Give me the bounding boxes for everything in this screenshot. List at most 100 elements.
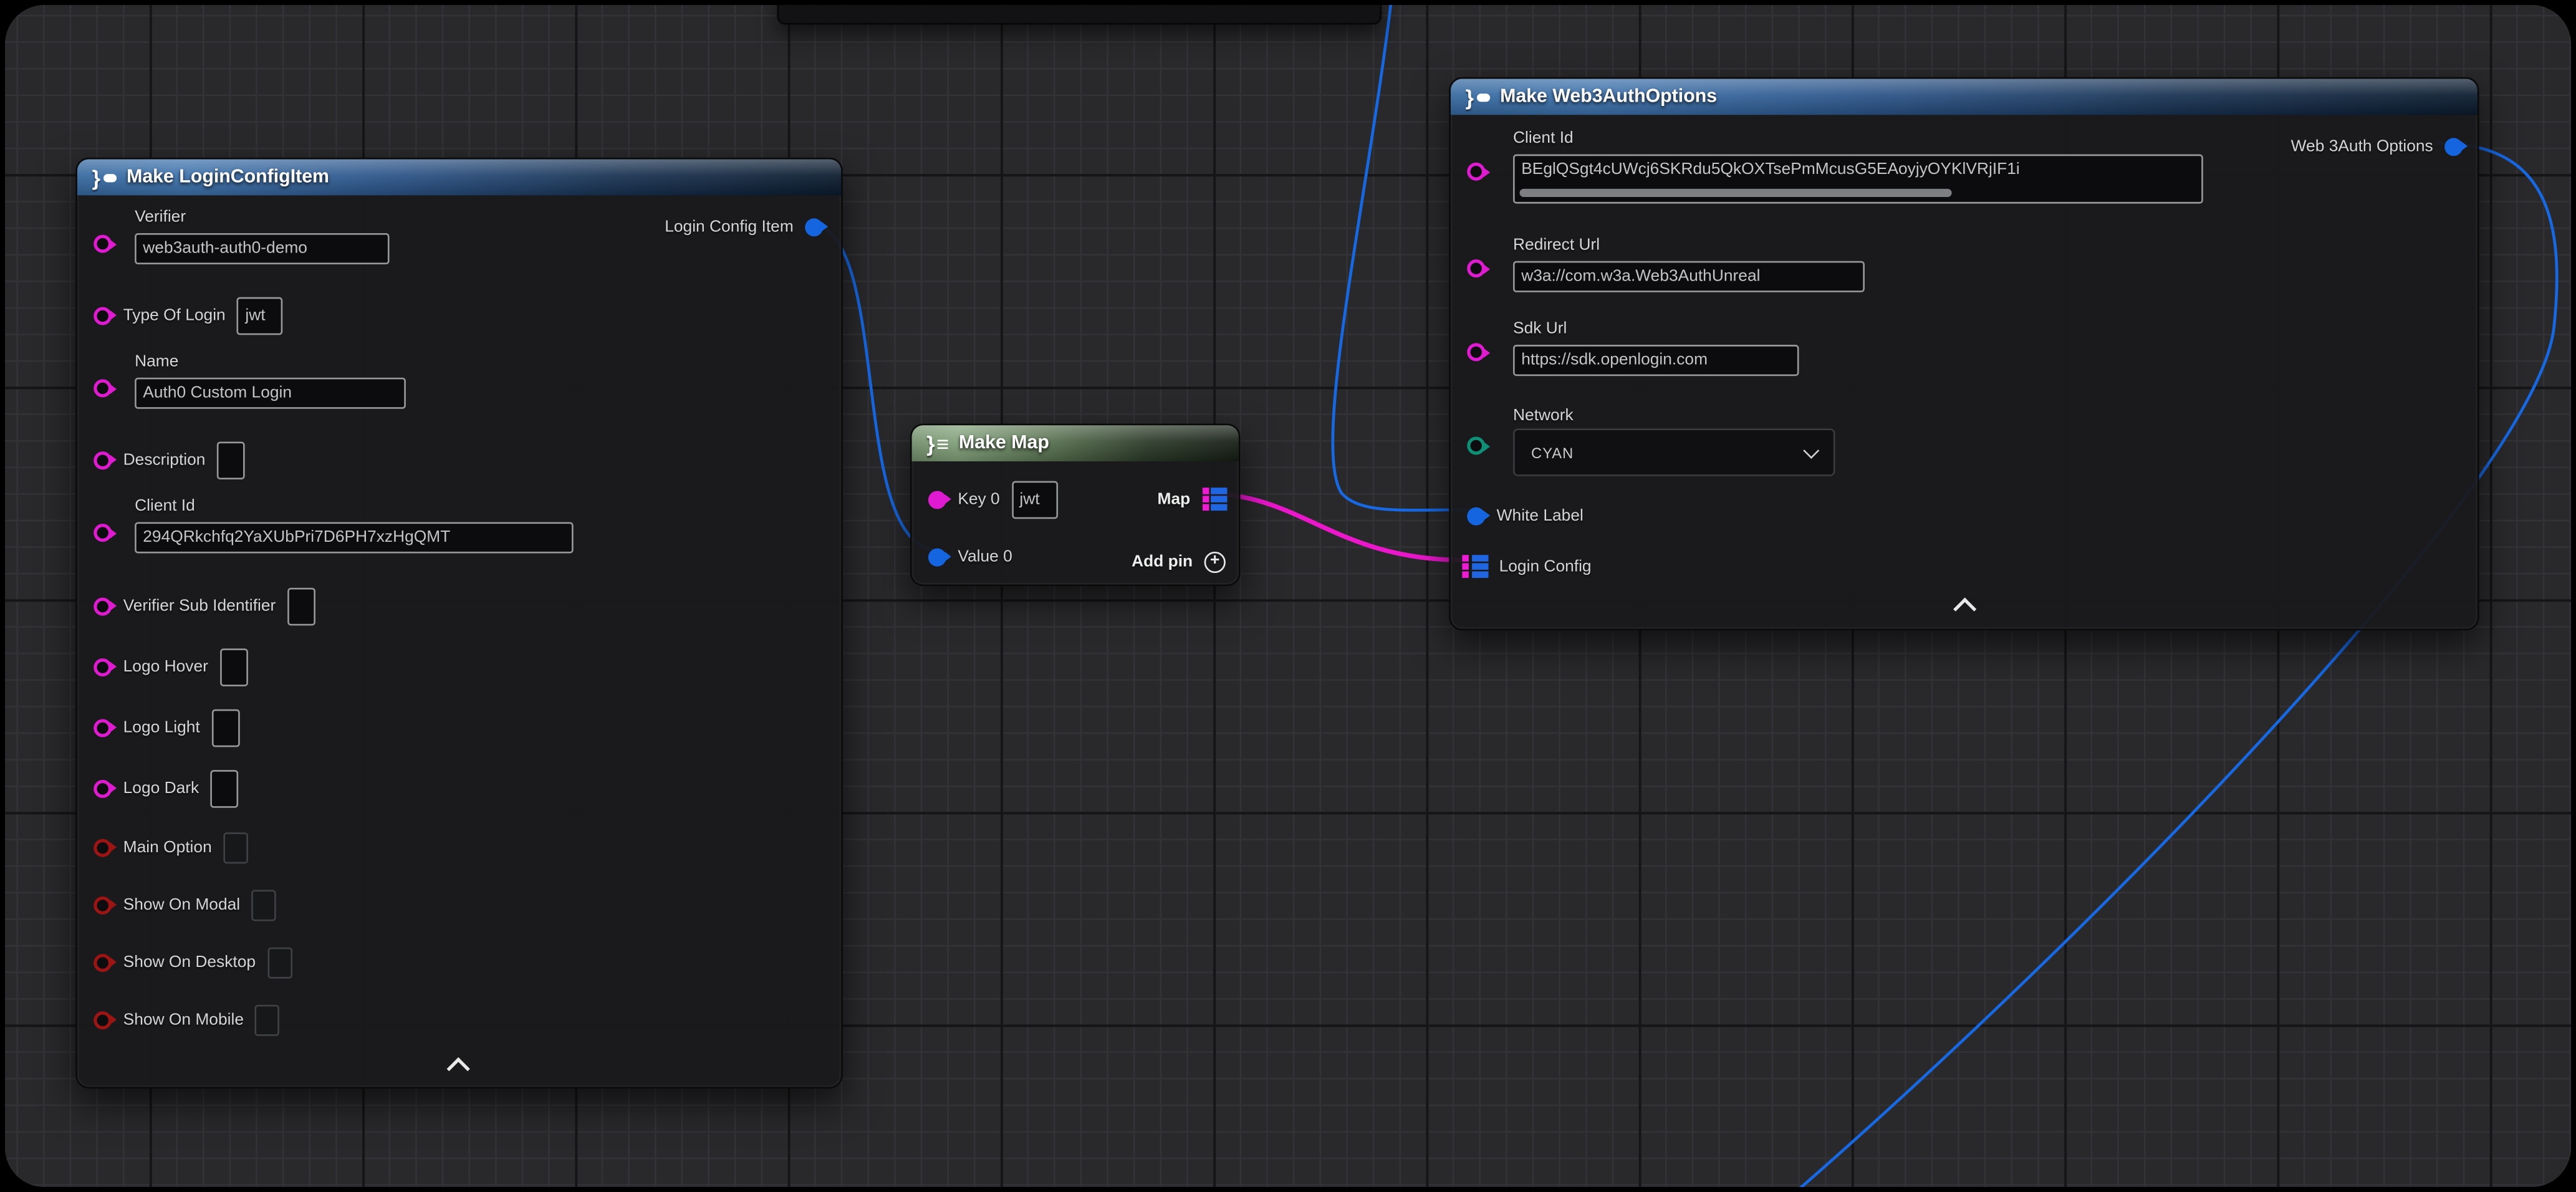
make-struct-icon: } bbox=[92, 166, 117, 188]
verifier-label: Verifier bbox=[135, 208, 389, 226]
field-logo-light: Logo Light bbox=[94, 708, 239, 747]
show-on-mobile-checkbox[interactable] bbox=[255, 1004, 280, 1035]
login-config-label: Login Config bbox=[1499, 557, 1592, 575]
network-dropdown[interactable]: CYAN bbox=[1513, 428, 1835, 476]
field-redirect-url: Redirect Url w3a://com.w3a.Web3AuthUnrea… bbox=[1513, 236, 1865, 292]
pin-network[interactable] bbox=[1467, 437, 1485, 455]
pin-show-on-modal[interactable] bbox=[94, 896, 112, 914]
white-label-label: White Label bbox=[1497, 506, 1584, 524]
pin-client-id[interactable] bbox=[94, 524, 112, 542]
field-main-option: Main Option bbox=[94, 827, 248, 867]
name-label: Name bbox=[135, 353, 406, 371]
pin-value-0[interactable] bbox=[928, 547, 946, 565]
redirect-url-label: Redirect Url bbox=[1513, 236, 1865, 254]
description-label: Description bbox=[123, 451, 206, 469]
logo-hover-label: Logo Hover bbox=[123, 658, 208, 676]
field-sdk-url: Sdk Url https://sdk.openlogin.com bbox=[1513, 320, 1799, 377]
field-login-config: Login Config bbox=[1462, 547, 1591, 586]
field-white-label: White Label bbox=[1467, 496, 1584, 535]
web3auth-options-output-label: Web 3Auth Options bbox=[2291, 137, 2433, 155]
description-input[interactable] bbox=[217, 441, 245, 479]
node-title: Make Map bbox=[959, 433, 1049, 453]
node-make-loginconfigitem[interactable]: } Make LoginConfigItem Login Config Item… bbox=[75, 158, 843, 1089]
sdk-url-label: Sdk Url bbox=[1513, 320, 1799, 339]
chevron-down-icon bbox=[1803, 442, 1819, 458]
field-key-0: Key 0 jwt bbox=[928, 479, 1057, 519]
client-id-label: Client Id bbox=[1513, 130, 2203, 148]
add-pin-row: Add pin + bbox=[1132, 542, 1226, 581]
value-0-label: Value 0 bbox=[958, 547, 1012, 565]
wire-map-to-loginconfig[interactable] bbox=[1205, 493, 1466, 560]
show-on-modal-label: Show On Modal bbox=[123, 896, 241, 914]
add-pin-button[interactable]: + bbox=[1204, 551, 1226, 572]
field-logo-dark: Logo Dark bbox=[94, 769, 238, 808]
output-row-web3auth-options: Web 3Auth Options bbox=[2291, 127, 2463, 166]
pin-white-label[interactable] bbox=[1467, 506, 1485, 524]
output-row-map: Map bbox=[1157, 479, 1227, 519]
field-value-0: Value 0 bbox=[928, 537, 1012, 576]
type-of-login-label: Type Of Login bbox=[123, 306, 226, 324]
pin-sdk-url[interactable] bbox=[1467, 343, 1485, 361]
pin-name[interactable] bbox=[94, 379, 112, 397]
add-pin-label: Add pin bbox=[1132, 552, 1193, 570]
node-header-make-loginconfigitem[interactable]: } Make LoginConfigItem bbox=[77, 159, 841, 195]
show-on-modal-checkbox[interactable] bbox=[252, 889, 277, 920]
client-id-input[interactable]: BEglQSgt4cUWcj6SKRdu5QkOXTsePmMcusG5EAoy… bbox=[1513, 155, 2203, 204]
pin-verifier[interactable] bbox=[94, 235, 112, 253]
field-client-id: Client Id 294QRkchfq2YaXUbPri7D6PH7xzHgQ… bbox=[135, 497, 574, 554]
redirect-url-input[interactable]: w3a://com.w3a.Web3AuthUnreal bbox=[1513, 261, 1865, 292]
node-make-map[interactable]: }≡ Make Map Key 0 jwt Map Value 0 Add pi… bbox=[910, 423, 1241, 586]
pin-logo-light[interactable] bbox=[94, 718, 112, 736]
map-output-pin[interactable] bbox=[1202, 488, 1228, 511]
client-id-input[interactable]: 294QRkchfq2YaXUbPri7D6PH7xzHgQMT bbox=[135, 522, 574, 553]
blueprint-graph-canvas[interactable]: } Make LoginConfigItem Login Config Item… bbox=[5, 5, 2571, 1187]
pin-description[interactable] bbox=[94, 451, 112, 469]
logo-hover-input[interactable] bbox=[219, 648, 248, 686]
field-description: Description bbox=[94, 440, 245, 479]
field-logo-hover: Logo Hover bbox=[94, 647, 248, 686]
key-0-input[interactable]: jwt bbox=[1011, 480, 1057, 518]
key-0-label: Key 0 bbox=[958, 490, 999, 508]
pin-show-on-desktop[interactable] bbox=[94, 953, 112, 971]
output-pin-web3auth-options[interactable] bbox=[2444, 137, 2463, 155]
field-client-id: Client Id BEglQSgt4cUWcj6SKRdu5QkOXTsePm… bbox=[1513, 130, 2203, 204]
pin-logo-hover[interactable] bbox=[94, 658, 112, 676]
verifier-sub-identifier-label: Verifier Sub Identifier bbox=[123, 597, 276, 615]
pin-type-of-login[interactable] bbox=[94, 306, 112, 324]
network-dropdown-value: CYAN bbox=[1531, 444, 1574, 460]
pin-key-0[interactable] bbox=[928, 490, 946, 508]
main-option-label: Main Option bbox=[123, 838, 212, 856]
collapse-node-button[interactable] bbox=[1953, 597, 1976, 620]
output-pin-label: Login Config Item bbox=[665, 218, 794, 236]
node-header-make-web3authoptions[interactable]: } Make Web3AuthOptions bbox=[1451, 79, 2477, 115]
show-on-desktop-checkbox[interactable] bbox=[267, 946, 292, 978]
node-make-web3authoptions[interactable]: } Make Web3AuthOptions Web 3Auth Options… bbox=[1449, 77, 2479, 631]
make-map-icon: }≡ bbox=[926, 433, 949, 454]
verifier-input[interactable]: web3auth-auth0-demo bbox=[135, 233, 389, 264]
logo-dark-input[interactable] bbox=[211, 769, 239, 807]
show-on-mobile-label: Show On Mobile bbox=[123, 1011, 244, 1029]
make-struct-icon: } bbox=[1466, 86, 1491, 107]
verifier-sub-identifier-input[interactable] bbox=[287, 587, 315, 625]
pin-login-config[interactable] bbox=[1462, 555, 1487, 578]
pin-client-id[interactable] bbox=[1467, 163, 1485, 181]
logo-light-input[interactable] bbox=[211, 708, 239, 746]
name-input[interactable]: Auth0 Custom Login bbox=[135, 378, 406, 409]
offscreen-node-bottom-edge[interactable] bbox=[777, 5, 1382, 25]
sdk-url-input[interactable]: https://sdk.openlogin.com bbox=[1513, 345, 1799, 376]
pin-main-option[interactable] bbox=[94, 838, 112, 856]
field-name: Name Auth0 Custom Login bbox=[135, 353, 406, 409]
collapse-node-button[interactable] bbox=[447, 1057, 470, 1080]
pin-logo-dark[interactable] bbox=[94, 779, 112, 797]
pin-redirect-url[interactable] bbox=[1467, 259, 1485, 277]
field-show-on-mobile: Show On Mobile bbox=[94, 1000, 280, 1039]
output-pin-login-config-item[interactable] bbox=[805, 218, 823, 236]
pin-verifier-sub-identifier[interactable] bbox=[94, 597, 112, 615]
client-id-scrollbar[interactable] bbox=[1520, 189, 1952, 197]
pin-show-on-mobile[interactable] bbox=[94, 1011, 112, 1029]
main-option-checkbox[interactable] bbox=[223, 832, 248, 863]
type-of-login-input[interactable]: jwt bbox=[237, 296, 283, 334]
node-title: Make LoginConfigItem bbox=[127, 168, 329, 188]
output-row-login-config-item: Login Config Item bbox=[665, 207, 823, 246]
node-header-make-map[interactable]: }≡ Make Map bbox=[912, 425, 1239, 461]
